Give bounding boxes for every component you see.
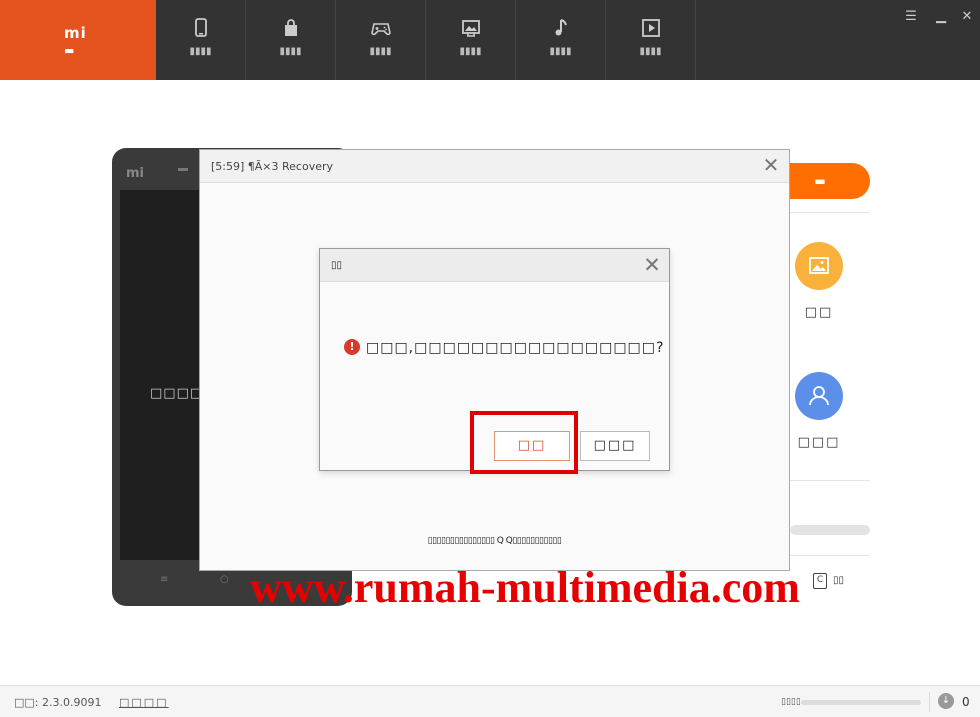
storage-progress-bar <box>790 525 870 535</box>
tab-games[interactable]: ▮▮▮▮ <box>336 0 426 80</box>
statusbar-link[interactable]: □□□□ <box>119 696 169 709</box>
phone-home-key: ○ <box>220 574 229 585</box>
recovery-title: [5:59] ¶Ã×3 Recovery <box>211 160 334 173</box>
menu-button[interactable]: ☰ <box>902 8 920 26</box>
tab-device-label: ▮▮▮▮ <box>189 46 212 57</box>
contacts-shortcut[interactable] <box>795 372 843 420</box>
divider <box>790 480 870 481</box>
tab-home[interactable]: mi ▬ <box>0 0 156 80</box>
tab-games-label: ▮▮▮▮ <box>369 46 392 57</box>
highlight-box <box>470 411 578 474</box>
minimize-button[interactable]: ▁ <box>932 8 950 26</box>
dialog-title: ▯▯ <box>331 260 343 271</box>
phone-mi-logo: mi <box>126 166 145 181</box>
tab-video[interactable]: ▮▮▮▮ <box>606 0 696 80</box>
dialog-close-icon[interactable]: ✕ <box>641 254 663 276</box>
tab-photos[interactable]: ▮▮▮▮ <box>426 0 516 80</box>
speed-bar <box>801 700 921 705</box>
contacts-label: □□□ <box>797 435 841 450</box>
download-icon[interactable]: ↓ <box>938 693 954 709</box>
tab-photos-label: ▮▮▮▮ <box>459 46 482 57</box>
cancel-button[interactable]: □□□ <box>580 431 650 461</box>
top-navigation-bar: mi ▬ ▮▮▮▮ ▮▮▮▮ ▮▮▮▮ ▮▮▮▮ ▮▮▮▮ ▮▮▮▮ ☰ ▁ ✕ <box>0 0 980 80</box>
phone-icon <box>195 18 207 37</box>
phone-speaker <box>178 168 188 171</box>
speed-label: ▯▯▯▯ <box>781 697 801 707</box>
tab-video-label: ▮▮▮▮ <box>639 46 662 57</box>
music-icon <box>555 19 567 36</box>
picture-icon <box>462 20 480 37</box>
phone-menu-key: ≡ <box>160 574 169 585</box>
download-count: 0 <box>962 695 970 709</box>
tab-home-label: ▬ <box>64 44 75 57</box>
photos-shortcut[interactable] <box>795 242 843 290</box>
tab-music-label: ▮▮▮▮ <box>549 46 572 57</box>
status-bar: □□: 2.3.0.9091 □□□□ ▯▯▯▯ ↓ 0 <box>0 685 980 717</box>
gamepad-icon <box>371 23 391 36</box>
tab-apps[interactable]: ▮▮▮▮ <box>246 0 336 80</box>
divider <box>790 212 870 213</box>
tab-music[interactable]: ▮▮▮▮ <box>516 0 606 80</box>
dialog-message: □□□,□□□□□□□□□□□□□□□□□? <box>366 340 665 356</box>
version-text: □□: 2.3.0.9091 <box>14 696 102 709</box>
backup-label[interactable]: ▯▯ <box>833 575 844 586</box>
tab-apps-label: ▮▮▮▮ <box>279 46 302 57</box>
backup-icon[interactable]: C <box>813 573 827 589</box>
video-icon <box>642 19 660 37</box>
photos-label: □□ <box>804 305 834 320</box>
photo-icon <box>809 257 829 274</box>
user-icon <box>809 386 829 406</box>
recovery-titlebar: [5:59] ¶Ã×3 Recovery ✕ <box>200 150 789 183</box>
warning-icon: ! <box>344 339 360 355</box>
recovery-footer-text: ▯▯▯▯▯▯▯▯▯▯▯▯▯▯▯ Q Q▯▯▯▯▯▯▯▯▯▯▯ <box>427 536 562 546</box>
close-button[interactable]: ✕ <box>958 8 976 26</box>
divider <box>790 555 870 556</box>
divider <box>929 692 930 712</box>
dialog-titlebar: ▯▯ ✕ <box>320 249 669 282</box>
tab-device[interactable]: ▮▮▮▮ <box>156 0 246 80</box>
mi-logo: mi <box>64 24 87 42</box>
watermark: www.rumah-multimedia.com <box>250 563 800 612</box>
bag-icon <box>285 19 297 36</box>
recovery-close-icon[interactable]: ✕ <box>761 155 781 175</box>
